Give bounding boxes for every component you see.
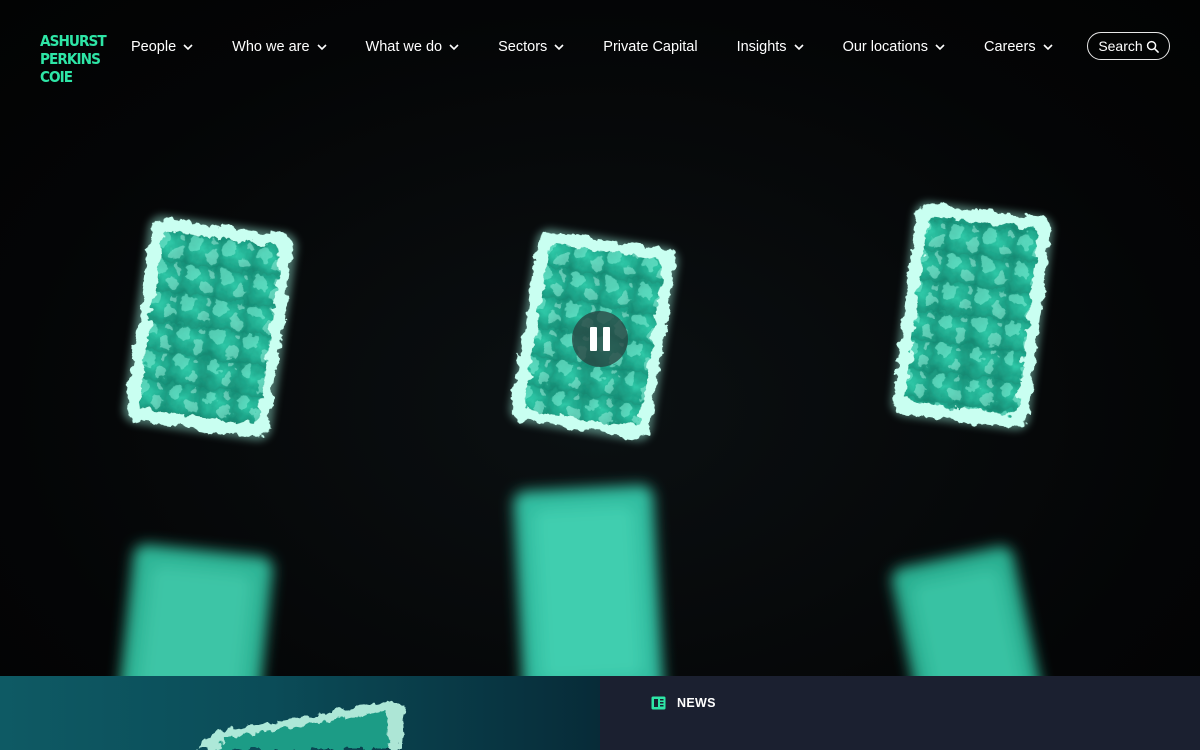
news-tag: NEWS: [651, 696, 716, 710]
video-pause-button[interactable]: [572, 311, 628, 367]
news-panel[interactable]: NEWS: [600, 676, 1200, 750]
magnifier-icon: [1146, 40, 1159, 53]
nav-item-careers[interactable]: Careers: [984, 37, 1054, 57]
card-front-right: [890, 201, 1054, 431]
featured-image: [195, 700, 405, 750]
chevron-down-icon: [1043, 44, 1053, 51]
nav-item-our-locations[interactable]: Our locations: [843, 37, 946, 57]
search-button[interactable]: Search: [1087, 32, 1170, 60]
nav-item-people[interactable]: People: [131, 37, 194, 57]
main-navigation: People Who we are What we do Sectors Pri…: [131, 37, 1054, 57]
chevron-down-icon: [183, 44, 193, 51]
ashurst-perkins-coie-logo[interactable]: ASHURST PERKINS COIE: [40, 32, 107, 88]
nav-item-insights[interactable]: Insights: [737, 37, 805, 57]
hero-video: [0, 0, 1200, 676]
chevron-down-icon: [316, 44, 327, 51]
site-header: ASHURST PERKINS COIE People Who we are W…: [0, 0, 1200, 96]
card-back-center: [513, 485, 664, 676]
nav-item-private-capital[interactable]: Private Capital: [603, 37, 697, 57]
newspaper-icon: [651, 696, 666, 710]
nav-item-who-we-are[interactable]: Who we are: [232, 37, 327, 57]
pause-icon: [590, 327, 597, 351]
news-label: NEWS: [677, 696, 716, 710]
featured-image-panel[interactable]: [0, 676, 600, 750]
chevron-down-icon: [554, 44, 564, 51]
card-back-left: [115, 544, 273, 676]
chevron-down-icon: [449, 44, 459, 51]
nav-item-sectors[interactable]: Sectors: [498, 37, 565, 57]
card-back-right: [891, 546, 1051, 676]
nav-item-what-we-do[interactable]: What we do: [366, 37, 461, 57]
chevron-down-icon: [935, 44, 945, 51]
card-front-left: [122, 215, 298, 441]
chevron-down-icon: [793, 44, 804, 51]
